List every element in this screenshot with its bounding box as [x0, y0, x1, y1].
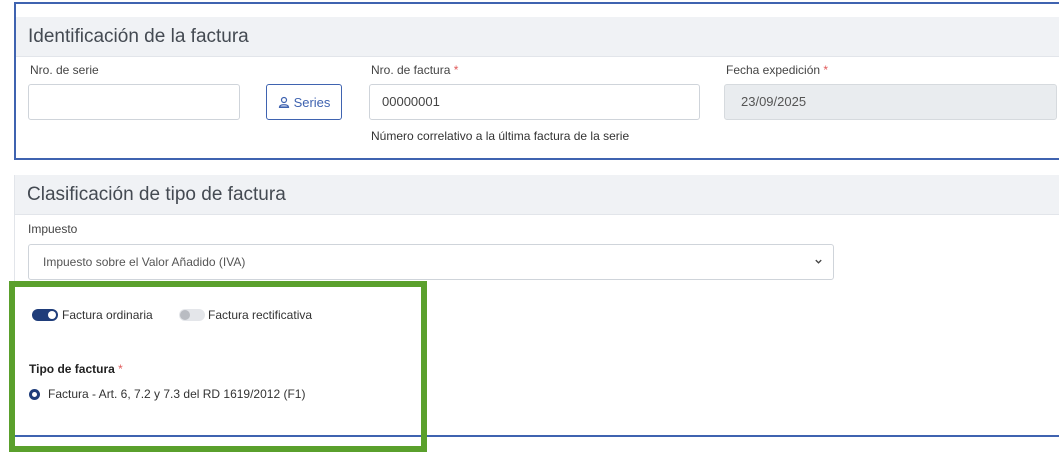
fecha-input: 23/09/2025	[724, 84, 1057, 120]
required-mark: *	[823, 63, 829, 77]
section-header-identificacion: Identificación de la factura	[16, 17, 1059, 57]
fecha-label: Fecha expedición *	[726, 63, 828, 77]
impuesto-select-value: Impuesto sobre el Valor Añadido (IVA)	[43, 255, 246, 269]
toggle-factura-ordinaria-label: Factura ordinaria	[62, 308, 153, 322]
required-mark: *	[453, 63, 459, 77]
factura-label-text: Nro. de factura	[371, 63, 451, 77]
series-button[interactable]: Series	[266, 84, 342, 120]
fecha-label-text: Fecha expedición	[726, 63, 821, 77]
series-button-label: Series	[293, 94, 331, 110]
factura-label: Nro. de factura *	[371, 63, 458, 77]
radio-tipo-f1-label: Factura - Art. 6, 7.2 y 7.3 del RD 1619/…	[48, 387, 306, 401]
invoice-form: Identificación de la factura Nro. de ser…	[0, 0, 1059, 452]
serie-input[interactable]	[28, 84, 240, 120]
toggle-factura-ordinaria[interactable]	[32, 309, 58, 321]
required-mark: *	[118, 362, 123, 376]
impuesto-label: Impuesto	[28, 222, 78, 236]
impuesto-select[interactable]: Impuesto sobre el Valor Añadido (IVA)	[28, 244, 834, 280]
serie-label-text: Nro. de serie	[30, 63, 99, 77]
radio-tipo-f1[interactable]	[29, 389, 40, 400]
section-header-clasificacion: Clasificación de tipo de factura	[15, 175, 1059, 215]
factura-help-text: Número correlativo a la última factura d…	[371, 129, 630, 143]
chevron-down-icon	[814, 245, 823, 279]
tipo-factura-label-text: Tipo de factura	[29, 362, 115, 376]
user-icon	[278, 96, 290, 108]
toggle-factura-rectificativa-label: Factura rectificativa	[208, 308, 313, 322]
section-identificacion: Identificación de la factura Nro. de ser…	[14, 2, 1059, 160]
factura-input[interactable]: 00000001	[369, 84, 700, 120]
toggle-factura-rectificativa[interactable]	[179, 309, 205, 321]
serie-label: Nro. de serie	[30, 63, 99, 77]
section-clasificacion: Clasificación de tipo de factura Impuest…	[14, 175, 1059, 437]
tipo-factura-label: Tipo de factura *	[29, 362, 123, 376]
